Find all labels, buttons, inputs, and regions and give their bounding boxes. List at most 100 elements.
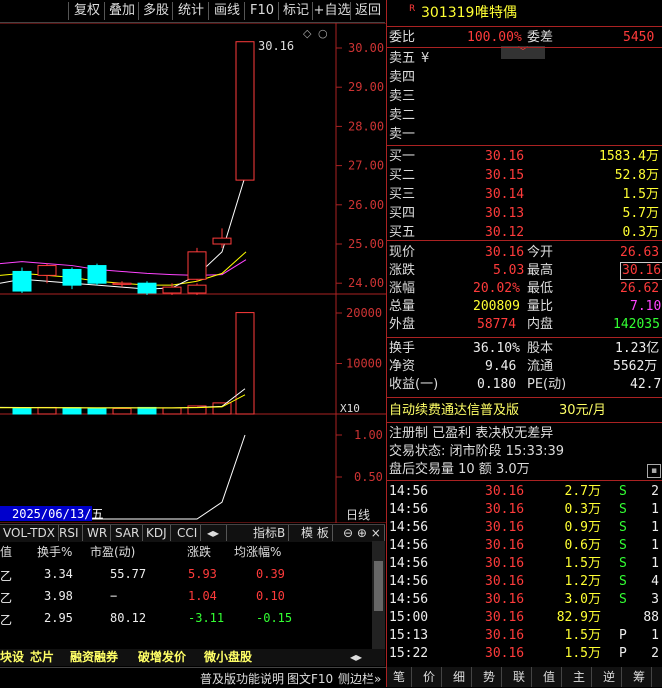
col-header-change[interactable]: 涨跌 [187,543,211,560]
tab-sector-margin[interactable]: 融资融券 [70,649,118,665]
diamond-icon[interactable]: ◇ [303,27,312,40]
sidebar-toggle[interactable]: 侧边栏» [338,670,381,687]
sector-cell-pe: 80.12 [110,611,147,625]
period-label[interactable]: 日线 [346,508,370,522]
tab-cci[interactable]: CCI [174,525,202,541]
buy-level-price[interactable]: 30.14 [485,186,524,204]
stock-badge: R [409,4,416,14]
tick-bs: S [619,502,627,517]
open-label: 今开 [527,245,554,260]
outer-label: 外盘 [389,317,416,332]
sector-cell-avg: 0.39 [256,567,285,581]
buy-level-volume: 1.5万 [622,187,659,202]
tab-kdj[interactable]: KDJ [143,525,171,541]
tick-n: 1 [651,520,659,535]
col-header-pe[interactable]: 市盈(动) [90,543,135,560]
circle-icon[interactable]: ○ [318,27,328,40]
ma-line-purple [0,259,247,276]
col-header-avg-change[interactable]: 均涨幅% [234,543,281,560]
toolbar-back-button[interactable]: 返回 [350,2,385,20]
tick-v: 0.3万 [564,502,601,517]
tick-t: 14:56 [389,502,429,517]
tick-p: 30.16 [485,520,525,535]
toolbar-f10-button[interactable]: F10 [244,2,279,20]
sector-cell-turnover: 3.98 [44,589,73,603]
date-cursor-label: 2025/06/13/五 [12,507,103,521]
table-scrollbar[interactable] [372,541,385,649]
sector-cell-pe: 55.77 [110,567,147,581]
buy-level-price[interactable]: 30.13 [485,205,524,223]
stock-name: 唯特偶 [475,5,517,21]
tab-reverse[interactable]: 逆 [597,667,622,687]
tab-main[interactable]: 主 [567,667,592,687]
tab-sector-small-cap[interactable]: 微小盘股 [204,649,252,665]
toolbar-multi-stock-button[interactable]: 多股 [138,2,173,20]
volume-bar [87,407,107,415]
buy-level-volume: 52.8万 [614,168,659,183]
tick-v: 82.9万 [556,610,601,625]
pe-value: 42.7 [630,377,662,392]
toolbar-add-watchlist-button[interactable]: +自选 [312,2,351,20]
tick-n: 1 [651,628,659,643]
sector-cell-avg: -0.15 [256,611,293,625]
high-value: 30.16 [620,262,662,280]
tab-sector-0[interactable]: 块设 [0,649,24,665]
tab-value[interactable]: 值 [537,667,562,687]
buy-level-price[interactable]: 30.15 [485,167,524,185]
indicator-tabs: VOL-TDX RSI WR SAR KDJ CCI ◂▸ 指标B 模 板 ⊖ … [0,524,385,542]
col-header-value[interactable]: 值 [0,543,12,560]
help-link[interactable]: 普及版功能说明 [200,670,284,687]
volume-bar [137,406,157,415]
kline-chart[interactable]: 30.00 29.00 28.00 27.00 26.00 25.00 24.00 20000… [0,23,386,523]
tab-rsi[interactable]: RSI [56,525,83,541]
tab-ticks[interactable]: 笔 [387,667,412,687]
tab-sar[interactable]: SAR [112,525,144,541]
ad-banner-price[interactable]: 30元/月 [559,402,606,420]
tab-sector-below-issue[interactable]: 破增发价 [138,649,186,665]
f10-link[interactable]: 图文F10 [287,670,333,687]
indicator-more-arrows-icon[interactable]: ◂▸ [204,525,227,541]
tab-detail[interactable]: 细 [447,667,472,687]
tick-bs: S [619,520,627,535]
tab-indicator-b[interactable]: 指标B [250,525,290,541]
candle-body [162,286,182,294]
turnover-value: 36.10% [473,341,520,356]
tab-chips[interactable]: 筹 [627,667,652,687]
stock-info-tags: 注册制 已盈利 表决权无差异 [389,426,554,441]
chart-toolbar: 复权 叠加 多股 统计 画线 F10 标记 +自选 返回 [0,0,385,23]
indicator-nav-icons[interactable]: ⊖ ⊕ × [340,525,385,541]
tick-t: 14:56 [389,574,429,589]
tab-price[interactable]: 价 [417,667,442,687]
toolbar-draw-line-button[interactable]: 画线 [208,2,245,20]
tab-template[interactable]: 模 板 [298,525,333,541]
price-tick-label: 29.00 [348,80,384,94]
sector-cell-pe: − [110,589,118,603]
candle-body [62,268,82,286]
share-capital-label: 股本 [527,341,554,356]
tab-linked[interactable]: 联 [507,667,532,687]
net-asset-label: 净资 [389,359,416,374]
tick-p: 30.16 [485,610,525,625]
tick-t: 14:56 [389,592,429,607]
stock-code: 301319 [421,5,475,21]
tab-scroll-arrows-icon[interactable]: ◂▸ [350,649,362,665]
tick-t: 15:22 [389,646,429,661]
tab-wr[interactable]: WR [84,525,112,541]
toolbar-restore-rights-button[interactable]: 复权 [68,2,105,20]
tab-trend[interactable]: 势 [477,667,502,687]
buy-level-price[interactable]: 30.16 [485,148,524,166]
scrollbar-thumb[interactable] [374,561,383,611]
buy-level-volume: 1583.4万 [599,149,659,164]
toolbar-statistics-button[interactable]: 统计 [172,2,209,20]
buy-level-label: 买三 [389,187,416,202]
expand-box-icon[interactable]: ▪ [647,464,661,478]
tick-p: 30.16 [485,574,525,589]
toolbar-overlay-button[interactable]: 叠加 [104,2,139,20]
col-header-turnover[interactable]: 换手% [37,543,72,560]
tick-n: 3 [651,592,659,607]
volume-bar [235,312,255,415]
tab-sector-chip[interactable]: 芯片 [30,649,54,665]
toolbar-mark-button[interactable]: 标记 [278,2,313,20]
ad-banner-text[interactable]: 自动续费通达信普及版 [389,402,519,420]
tab-vol-tdx[interactable]: VOL-TDX [0,525,59,541]
